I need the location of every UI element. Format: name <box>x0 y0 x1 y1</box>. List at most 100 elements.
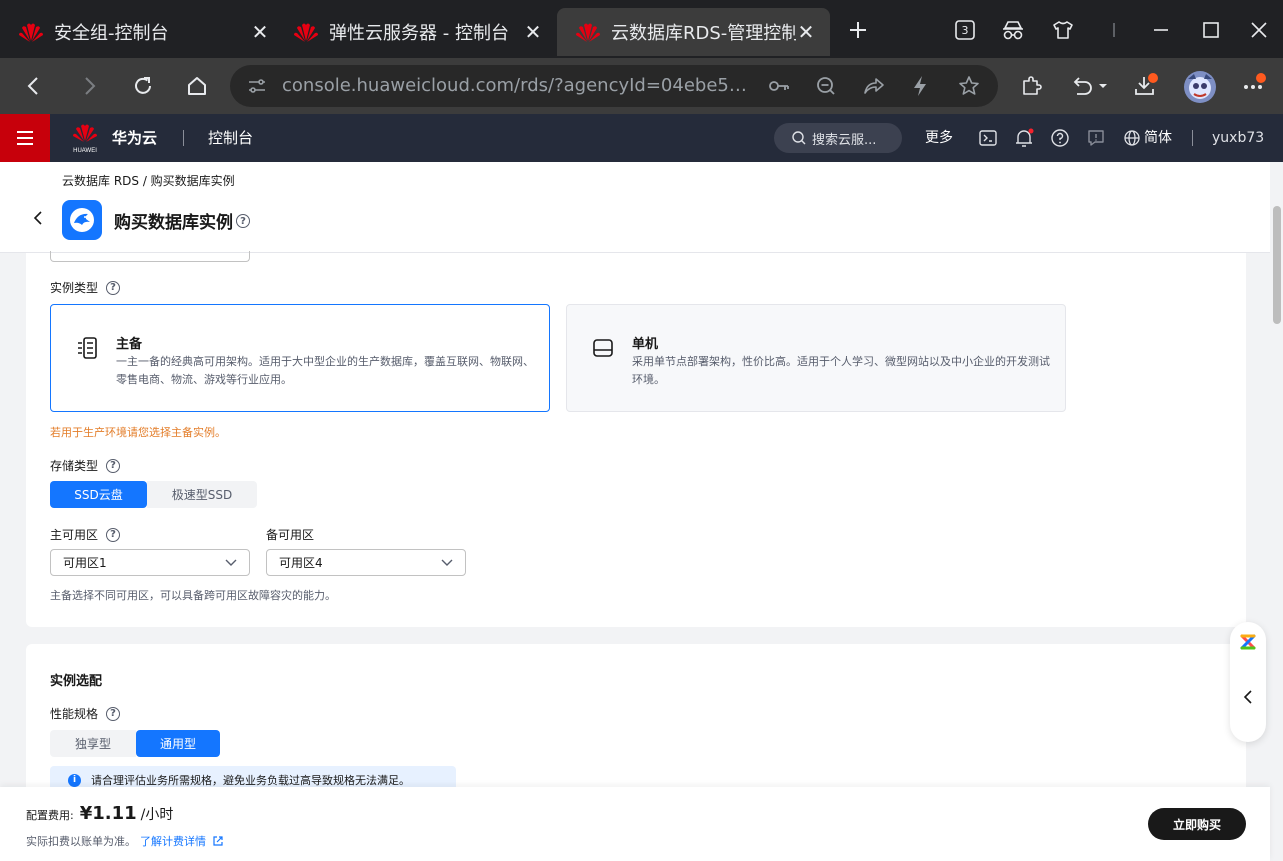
instance-type-desc: 采用单节点部署架构，性价比高。适用于个人学习、微型网站以及中小企业的开发测试环境… <box>632 355 1050 386</box>
billing-note-text: 实际扣费以账单为准。 <box>26 835 136 848</box>
tab-title: 弹性云服务器 - 控制台 <box>329 23 509 44</box>
browser-toolbar: console.huaweicloud.com/rds/?agencyId=04… <box>0 58 1283 114</box>
forward-arrow-icon[interactable] <box>75 72 103 100</box>
standby-zone-select[interactable]: 可用区4 <box>266 549 466 576</box>
lightning-icon[interactable] <box>912 75 928 97</box>
back-button[interactable] <box>28 208 48 228</box>
help-question-icon[interactable]: ? <box>106 280 121 295</box>
terminal-icon[interactable] <box>978 128 998 148</box>
instance-type-desc: 一主一备的经典高可用架构。适用于大中型企业的生产数据库，覆盖互联网、物联网、零售… <box>116 355 534 386</box>
browser-tab-bar: 安全组-控制台 ✕ 弹性云服务器 - 控制台 ✕ 云数据库RDS-管理控制台 ✕… <box>0 0 1283 58</box>
previous-field-select[interactable] <box>50 251 250 262</box>
rds-service-icon <box>62 200 102 240</box>
production-warning: 若用于生产环境请您选择主备实例。 <box>50 426 226 439</box>
window-close-icon[interactable] <box>1245 16 1273 44</box>
browser-tab-rds[interactable]: 云数据库RDS-管理控制台 ✕ <box>557 8 830 56</box>
header-divider <box>183 130 184 146</box>
profile-avatar[interactable] <box>1183 70 1217 104</box>
user-account[interactable]: yuxb73 <box>1212 114 1264 162</box>
zoom-out-icon[interactable] <box>816 76 836 96</box>
tshirt-icon[interactable] <box>1049 16 1077 44</box>
billing-note: 实际扣费以账单为准。 了解计费详情 <box>26 833 224 849</box>
instance-type-primary-standby[interactable]: 主备 一主一备的经典高可用架构。适用于大中型企业的生产数据库，覆盖互联网、物联网… <box>50 304 550 412</box>
chevron-down-icon <box>225 559 237 566</box>
spec-config-card: 实例选配 性能规格 ? 独享型 通用型 i 请合理评估业务所需规格，避免业务负载… <box>26 644 1246 794</box>
undo-history-icon[interactable] <box>1070 72 1112 100</box>
more-menu[interactable]: 更多 <box>925 114 953 162</box>
page-title: 购买数据库实例 <box>114 213 233 233</box>
scrollbar-thumb[interactable] <box>1273 206 1281 324</box>
primary-zone-select[interactable]: 可用区1 <box>50 549 250 576</box>
maximize-icon[interactable] <box>1197 16 1225 44</box>
billing-details-link[interactable]: 了解计费详情 <box>140 833 206 849</box>
help-question-icon[interactable]: ? <box>106 458 121 473</box>
back-arrow-icon[interactable] <box>20 72 48 100</box>
standby-zone-value: 可用区4 <box>279 556 323 570</box>
address-bar[interactable]: console.huaweicloud.com/rds/?agencyId=04… <box>230 65 998 107</box>
download-icon[interactable] <box>1132 72 1160 100</box>
buy-now-button[interactable]: 立即购买 <box>1148 808 1246 840</box>
minimize-icon[interactable] <box>1147 16 1175 44</box>
share-icon[interactable] <box>863 76 885 96</box>
tab-count: 3 <box>961 23 969 37</box>
spec-dedicated-button[interactable]: 独享型 <box>50 730 136 757</box>
breadcrumb[interactable]: 云数据库 RDS / 购买数据库实例 <box>62 172 235 189</box>
storage-type-label: 存储类型 ? <box>50 457 121 474</box>
price-value: ¥1.11 <box>79 803 137 824</box>
incognito-icon[interactable] <box>999 16 1027 44</box>
language-switch[interactable]: 简体 <box>1124 114 1172 162</box>
huawei-logo-icon <box>294 23 318 42</box>
close-icon[interactable]: ✕ <box>250 20 270 44</box>
spec-general-button[interactable]: 通用型 <box>136 730 220 757</box>
performance-spec-label-text: 性能规格 <box>50 707 99 721</box>
primary-zone-label-text: 主可用区 <box>50 528 99 542</box>
browser-tab-security-group[interactable]: 安全组-控制台 ✕ <box>0 8 284 56</box>
browser-tab-ecs[interactable]: 弹性云服务器 - 控制台 ✕ <box>275 8 557 56</box>
search-placeholder: 搜索云服... <box>812 132 877 148</box>
help-question-icon[interactable]: ? <box>106 527 121 542</box>
hamburger-menu-icon[interactable] <box>0 114 50 162</box>
key-icon[interactable] <box>768 76 790 96</box>
home-icon[interactable] <box>183 72 211 100</box>
brand-name[interactable]: 华为云 <box>112 114 157 162</box>
tab-count-icon[interactable]: 3 <box>951 16 979 44</box>
floating-assistant-widget <box>1230 622 1266 742</box>
huawei-logo-icon <box>576 23 600 42</box>
zone-hint: 主备选择不同可用区，可以具备跨可用区故障容灾的能力。 <box>50 589 336 602</box>
assistant-logo-icon[interactable] <box>1238 632 1258 652</box>
price-label: 配置费用: <box>26 809 74 822</box>
more-menu-icon[interactable] <box>1240 72 1268 100</box>
tab-title: 安全组-控制台 <box>54 23 169 44</box>
storage-ssd-cloud-button[interactable]: SSD云盘 <box>50 481 147 508</box>
chevron-left-icon <box>33 211 42 225</box>
reload-icon[interactable] <box>129 72 157 100</box>
collapse-chevron-left-icon[interactable] <box>1242 690 1254 704</box>
close-icon[interactable]: ✕ <box>796 20 816 44</box>
header-search[interactable]: 搜索云服... <box>774 123 902 153</box>
bookmark-star-icon[interactable] <box>958 75 980 97</box>
external-link-icon[interactable] <box>212 835 224 847</box>
storage-extreme-ssd-button[interactable]: 极速型SSD <box>147 481 257 508</box>
info-icon: i <box>68 773 81 787</box>
language-label: 简体 <box>1144 130 1172 146</box>
site-settings-icon[interactable] <box>248 78 266 94</box>
console-header: HUAWEI 华为云 控制台 搜索云服... 更多 简体 yuxb73 <box>0 114 1283 162</box>
primary-zone-label: 主可用区 ? <box>50 526 121 543</box>
help-icon[interactable] <box>1050 128 1070 148</box>
page-header: 云数据库 RDS / 购买数据库实例 购买数据库实例 ? <box>0 162 1270 253</box>
console-link[interactable]: 控制台 <box>208 114 253 162</box>
instance-type-single[interactable]: 单机 采用单节点部署架构，性价比高。适用于个人学习、微型网站以及中小企业的开发测… <box>566 304 1066 412</box>
performance-spec-label: 性能规格 ? <box>50 705 121 722</box>
extensions-puzzle-icon[interactable] <box>1017 72 1045 100</box>
close-icon[interactable]: ✕ <box>523 20 543 44</box>
feedback-icon[interactable] <box>1086 128 1106 148</box>
help-question-icon[interactable]: ? <box>236 214 250 228</box>
window-divider <box>1100 16 1128 44</box>
standby-zone-label: 备可用区 <box>266 528 315 542</box>
chevron-down-icon <box>441 559 453 566</box>
instance-type-name: 主备 <box>116 337 143 352</box>
help-question-icon[interactable]: ? <box>106 706 121 721</box>
new-tab-plus-icon[interactable] <box>844 16 872 44</box>
price-line: 配置费用: ¥1.11 /小时 <box>26 803 173 824</box>
notification-bell-icon[interactable] <box>1014 128 1034 148</box>
